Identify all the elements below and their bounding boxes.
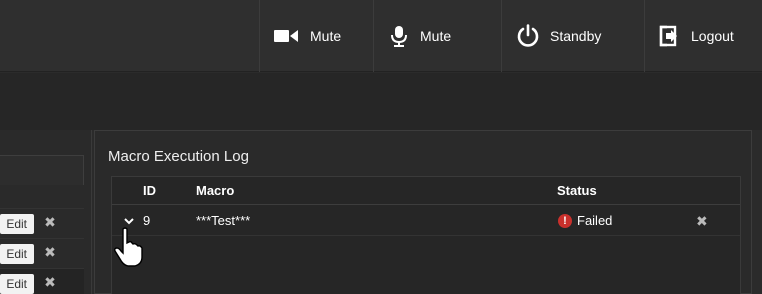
hand-cursor-icon <box>114 227 143 267</box>
standby-button[interactable]: Standby <box>501 0 644 72</box>
close-icon[interactable]: ✖ <box>43 245 57 259</box>
video-mute-button[interactable]: Mute <box>259 0 373 72</box>
logout-label: Logout <box>691 28 734 44</box>
macro-list-row: Edit ✖ <box>0 268 84 294</box>
edit-button[interactable]: Edit <box>0 214 34 234</box>
edit-button[interactable]: Edit <box>0 244 34 264</box>
macro-list-panel: Edit ✖ Edit ✖ Edit ✖ <box>0 130 92 294</box>
table-header: ID Macro Status <box>112 177 740 205</box>
column-header-status: Status <box>557 183 597 198</box>
standby-label: Standby <box>550 28 602 44</box>
microphone-icon <box>388 25 410 47</box>
macro-list-row: Edit ✖ <box>0 238 84 268</box>
macro-list-row: Edit ✖ <box>0 208 84 238</box>
logout-icon <box>659 25 681 47</box>
panel-title: Macro Execution Log <box>108 148 249 165</box>
column-header-id: ID <box>143 183 156 198</box>
power-icon <box>516 24 540 48</box>
table-row[interactable]: 9 ***Test*** ! Failed ✖ <box>112 206 740 236</box>
close-icon[interactable]: ✖ <box>43 215 57 229</box>
top-toolbar: Mute Mute Standby Logout <box>0 0 762 72</box>
edit-button[interactable]: Edit <box>0 274 34 294</box>
log-table: ID Macro Status 9 ***Test*** ! Failed ✖ <box>111 176 741 294</box>
mic-mute-button[interactable]: Mute <box>373 0 501 72</box>
macro-list-header <box>0 155 84 185</box>
close-icon[interactable]: ✖ <box>696 206 708 236</box>
logout-button[interactable]: Logout <box>644 0 762 72</box>
secondary-bar <box>0 73 762 130</box>
macro-execution-log-panel: Macro Execution Log ID Macro Status 9 **… <box>94 130 752 294</box>
main-content: Edit ✖ Edit ✖ Edit ✖ Macro Execution Log… <box>0 130 762 294</box>
row-status: Failed <box>577 213 613 228</box>
error-icon: ! <box>558 214 572 228</box>
video-camera-icon <box>274 29 300 43</box>
mic-mute-label: Mute <box>420 28 452 44</box>
column-header-macro: Macro <box>196 183 235 198</box>
row-macro-name: ***Test*** <box>196 213 251 228</box>
close-icon[interactable]: ✖ <box>43 275 57 289</box>
video-mute-label: Mute <box>310 28 342 44</box>
chevron-down-icon[interactable] <box>124 216 134 226</box>
